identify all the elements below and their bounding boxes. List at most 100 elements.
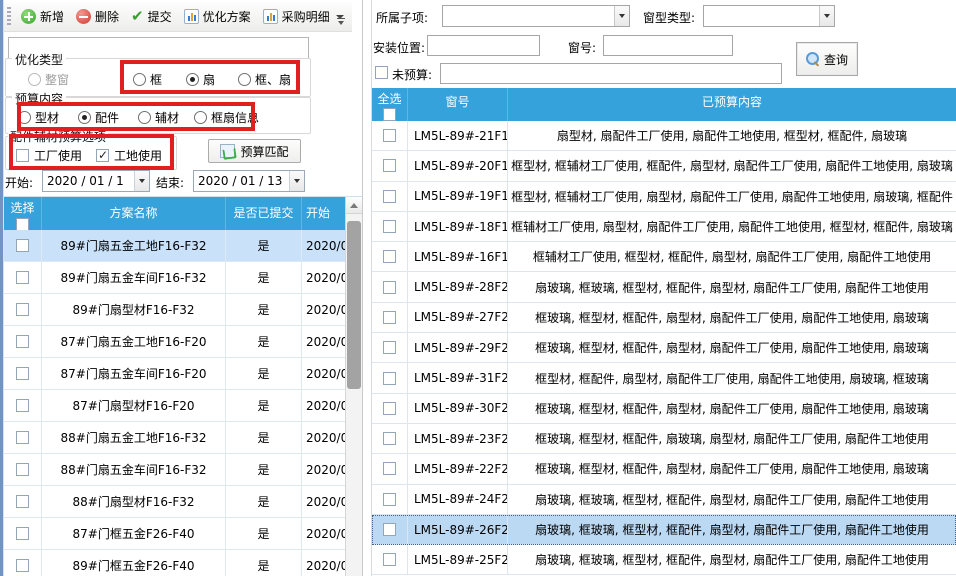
window-row[interactable]: LM5L-89#-20F18框型材, 框辅材工厂使用, 框配件, 扇型材, 扇配… — [372, 151, 956, 181]
search-icon — [806, 52, 820, 66]
plan-row[interactable]: 89#门框五金F26-F40是2020/0 — [4, 550, 345, 576]
plan-submitted-cell: 是 — [226, 518, 302, 549]
window-no-column-header[interactable]: 窗号 — [408, 88, 508, 121]
radio-frame-sash-info[interactable]: 框扇信息 — [194, 109, 259, 126]
plan-row[interactable]: 88#门扇型材F16-F32是2020/0 — [4, 486, 345, 518]
radio-frame[interactable]: 框 — [133, 71, 162, 88]
window-no-input[interactable] — [603, 35, 733, 56]
submitted-column-header[interactable]: 是否已提交 — [226, 197, 302, 230]
checkbox-site-use[interactable]: 工地使用 — [96, 147, 162, 164]
start-date-picker[interactable]: 2020 / 01 / 1 — [42, 170, 150, 192]
plan-row[interactable]: 88#门扇五金工地F16-F32是2020/0 — [4, 422, 345, 454]
select-all-checkbox[interactable] — [16, 218, 29, 230]
row-checkbox[interactable] — [16, 399, 29, 412]
plan-row[interactable]: 87#门扇五金工地F16-F20是2020/0 — [4, 326, 345, 358]
row-checkbox[interactable] — [16, 559, 29, 572]
plan-row[interactable]: 88#门扇五金车间F16-F32是2020/0 — [4, 454, 345, 486]
row-checkbox[interactable] — [383, 281, 396, 294]
row-checkbox[interactable] — [383, 190, 396, 203]
start-column-header[interactable]: 开始 — [302, 197, 345, 230]
row-checkbox[interactable] — [16, 463, 29, 476]
row-checkbox[interactable] — [383, 220, 396, 233]
optimize-plan-button[interactable]: 优化方案 — [178, 5, 257, 28]
plan-row[interactable]: 89#门扇型材F16-F32是2020/0 — [4, 294, 345, 326]
row-checkbox[interactable] — [383, 311, 396, 324]
chevron-down-icon[interactable] — [134, 171, 149, 191]
budget-content-column-header[interactable]: 已预算内容 — [508, 88, 956, 121]
row-checkbox[interactable] — [16, 367, 29, 380]
window-row[interactable]: LM5L-89#-23F21框玻璃, 框型材, 框配件, 扇玻璃, 扇型材, 扇… — [372, 424, 956, 454]
row-checkbox[interactable] — [383, 523, 396, 536]
radio-profile[interactable]: 型材 — [18, 109, 59, 126]
row-checkbox[interactable] — [383, 432, 396, 445]
row-checkbox[interactable] — [383, 159, 396, 172]
end-date-picker[interactable]: 2020 / 01 / 13 — [193, 170, 305, 192]
window-row[interactable]: LM5L-89#-16F15框辅材工厂使用, 框型材, 框配件, 扇型材, 扇配… — [372, 242, 956, 272]
row-checkbox[interactable] — [16, 335, 29, 348]
radio-frame-sash[interactable]: 框、扇 — [238, 71, 291, 88]
window-row[interactable]: LM5L-89#-25F23扇玻璃, 框玻璃, 框型材, 框配件, 扇型材, 扇… — [372, 545, 956, 575]
plan-select-cell — [4, 294, 42, 325]
radio-label: 型材 — [35, 109, 59, 126]
window-row[interactable]: LM5L-89#-22F20框玻璃, 框型材, 框配件, 扇型材, 扇配件工厂使… — [372, 454, 956, 484]
toolbar-grip[interactable] — [7, 7, 11, 27]
radio-sash[interactable]: 扇 — [186, 71, 215, 88]
row-checkbox[interactable] — [383, 402, 396, 415]
row-checkbox[interactable] — [383, 129, 396, 142]
select-all-checkbox[interactable] — [383, 108, 396, 121]
window-row[interactable]: LM5L-89#-27F25框玻璃, 框型材, 框配件, 扇型材, 扇配件工厂使… — [372, 303, 956, 333]
radio-whole-window[interactable]: 整窗 — [28, 71, 69, 88]
row-checkbox[interactable] — [16, 431, 29, 444]
row-checkbox[interactable] — [16, 239, 29, 252]
end-date-value: 2020 / 01 / 13 — [194, 174, 289, 188]
radio-auxiliary[interactable]: 辅材 — [138, 109, 179, 126]
toolbar-overflow-button[interactable] — [334, 10, 348, 28]
no-budget-input[interactable] — [440, 63, 782, 84]
window-row[interactable]: LM5L-89#-29F27框玻璃, 框型材, 框配件, 扇型材, 扇配件工厂使… — [372, 333, 956, 363]
plan-row[interactable]: 89#门扇五金工地F16-F32是2020/0 — [4, 230, 345, 262]
plans-table-scrollbar[interactable] — [345, 197, 362, 576]
checkbox-factory-use[interactable]: 工厂使用 — [16, 147, 82, 164]
window-row[interactable]: LM5L-89#-31F29框型材, 框配件, 扇型材, 扇配件工厂使用, 扇配… — [372, 363, 956, 393]
row-checkbox[interactable] — [16, 495, 29, 508]
row-checkbox[interactable] — [16, 527, 29, 540]
chevron-down-icon[interactable] — [289, 171, 304, 191]
sub-item-combobox[interactable] — [442, 5, 630, 27]
row-checkbox[interactable] — [16, 271, 29, 284]
radio-accessory[interactable]: 配件 — [78, 109, 119, 126]
scrollbar-thumb[interactable] — [347, 221, 361, 389]
delete-button[interactable]: 删除 — [70, 5, 125, 28]
row-checkbox[interactable] — [383, 493, 396, 506]
row-checkbox[interactable] — [16, 303, 29, 316]
no-budget-checkbox[interactable] — [375, 66, 388, 79]
row-checkbox[interactable] — [383, 372, 396, 385]
window-no-cell: LM5L-89#-30F28 — [408, 394, 508, 423]
row-checkbox[interactable] — [383, 250, 396, 263]
chevron-down-icon[interactable] — [614, 6, 629, 26]
panel-splitter[interactable] — [362, 0, 372, 576]
query-button[interactable]: 查询 — [796, 42, 858, 76]
window-row[interactable]: LM5L-89#-24F22扇玻璃, 框玻璃, 框型材, 框配件, 扇型材, 扇… — [372, 485, 956, 515]
plan-row[interactable]: 87#门扇五金车间F16-F20是2020/0 — [4, 358, 345, 390]
budget-match-button[interactable]: 预算匹配 — [208, 139, 301, 163]
row-checkbox[interactable] — [383, 553, 396, 566]
plan-start-cell: 2020/0 — [302, 262, 345, 293]
chevron-down-icon[interactable] — [819, 6, 834, 26]
row-checkbox[interactable] — [383, 341, 396, 354]
window-row[interactable]: LM5L-89#-28F26扇玻璃, 框玻璃, 框型材, 框配件, 扇型材, 扇… — [372, 272, 956, 302]
submit-button[interactable]: ✔ 提交 — [125, 5, 178, 28]
window-type-combobox[interactable] — [703, 5, 835, 27]
window-row[interactable]: LM5L-89#-30F28框玻璃, 框型材, 框配件, 扇型材, 扇配件工厂使… — [372, 394, 956, 424]
window-row[interactable]: LM5L-89#-21F19扇型材, 扇配件工厂使用, 扇配件工地使用, 框型材… — [372, 121, 956, 151]
add-button[interactable]: 新增 — [15, 5, 70, 28]
scroll-up-arrow-icon[interactable] — [346, 197, 362, 214]
window-row[interactable]: LM5L-89#-26F24扇玻璃, 框玻璃, 框型材, 框配件, 扇型材, 扇… — [372, 515, 956, 545]
row-checkbox[interactable] — [383, 462, 396, 475]
window-row[interactable]: LM5L-89#-19F17框型材, 框辅材工厂使用, 扇型材, 扇配件工厂使用… — [372, 182, 956, 212]
plan-row[interactable]: 87#门框五金F26-F40是2020/0 — [4, 518, 345, 550]
plan-name-column-header[interactable]: 方案名称 — [42, 197, 226, 230]
install-position-input[interactable] — [427, 35, 540, 56]
plan-row[interactable]: 87#门扇型材F16-F20是2020/0 — [4, 390, 345, 422]
window-row[interactable]: LM5L-89#-18F16框辅材工厂使用, 扇型材, 扇配件工厂使用, 扇配件… — [372, 212, 956, 242]
plan-row[interactable]: 89#门扇五金车间F16-F32是2020/0 — [4, 262, 345, 294]
